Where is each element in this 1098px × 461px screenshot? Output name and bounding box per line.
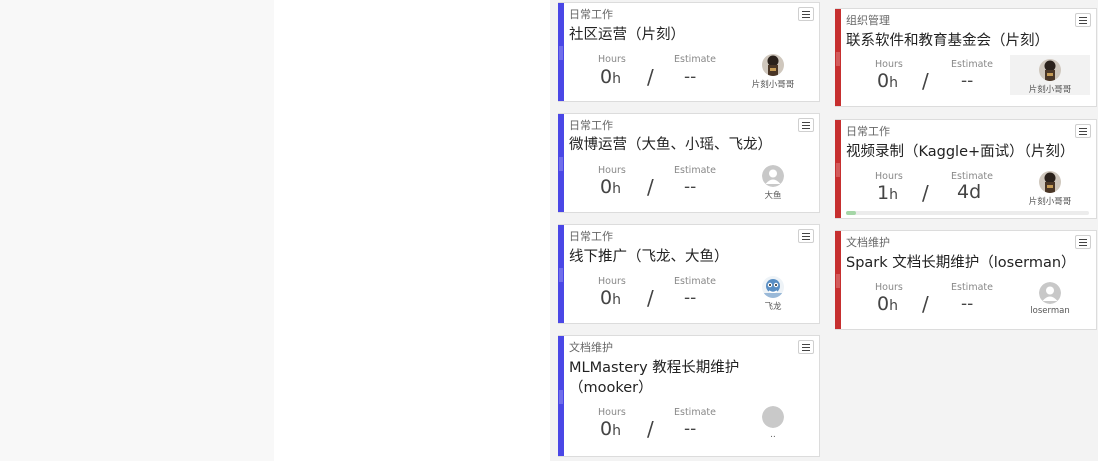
assignee[interactable]: 飞龙 <box>733 276 813 312</box>
drag-handle-icon[interactable] <box>836 163 840 177</box>
hours-value: 1h <box>877 182 898 204</box>
drag-handle-icon[interactable] <box>559 157 563 171</box>
separator-slash: / <box>647 175 654 199</box>
progress-bar <box>846 211 1089 215</box>
left-empty-pane <box>0 0 274 461</box>
card-category: 日常工作 <box>569 8 613 21</box>
hours-label: Hours <box>598 276 626 287</box>
drag-handle-icon[interactable] <box>559 390 563 404</box>
estimate-value: -- <box>684 67 697 87</box>
assignee[interactable]: 大鱼 <box>733 165 813 201</box>
photo-avatar-icon <box>1039 59 1061 81</box>
estimate-value: -- <box>961 71 974 91</box>
separator-slash: / <box>647 286 654 310</box>
estimate-label: Estimate <box>951 59 993 70</box>
card-category: 日常工作 <box>569 119 613 132</box>
assignee-name: 片刻小哥哥 <box>751 80 795 90</box>
default-user-avatar-icon <box>1039 282 1061 304</box>
card-title[interactable]: 线下推广（飞龙、大鱼） <box>569 247 794 267</box>
assignee[interactable]: loserman <box>1010 282 1090 316</box>
hours-value: 0h <box>877 70 898 92</box>
assignee-name: 飞龙 <box>764 302 782 312</box>
card-menu-button[interactable] <box>798 229 814 243</box>
hours-label: Hours <box>875 59 903 70</box>
assignee[interactable]: 片刻小哥哥 <box>733 54 813 90</box>
card-title[interactable]: 微博运营（大鱼、小瑶、飞龙） <box>569 135 794 155</box>
estimate-value: -- <box>684 177 697 197</box>
blank-avatar-icon <box>762 406 784 428</box>
assignee-name: 片刻小哥哥 <box>1028 85 1072 95</box>
task-card[interactable]: 日常工作 视频录制（Kaggle+面试）（片刻） Hours Estimate … <box>835 119 1097 219</box>
hours-label: Hours <box>598 54 626 65</box>
photo-avatar-icon <box>1039 171 1061 193</box>
assignee[interactable]: .. <box>733 406 813 440</box>
progress-fill <box>846 211 856 215</box>
hours-value: 0h <box>600 287 621 309</box>
hours-label: Hours <box>598 165 626 176</box>
task-card[interactable]: 日常工作 线下推广（飞龙、大鱼） Hours Estimate 0h / -- … <box>558 224 820 324</box>
card-category: 日常工作 <box>846 125 890 138</box>
card-title[interactable]: Spark 文档长期维护（loserman） <box>846 253 1086 273</box>
card-menu-button[interactable] <box>1075 124 1091 138</box>
photo-avatar-icon <box>762 54 784 76</box>
hours-value: 0h <box>600 418 621 440</box>
estimate-label: Estimate <box>951 282 993 293</box>
estimate-label: Estimate <box>674 276 716 287</box>
assignee[interactable]: 片刻小哥哥 <box>1010 171 1090 207</box>
separator-slash: / <box>922 69 929 93</box>
task-card[interactable]: 文档维护 MLMastery 教程长期维护（mooker） Hours Esti… <box>558 335 820 457</box>
card-title[interactable]: MLMastery 教程长期维护（mooker） <box>569 358 794 398</box>
drag-handle-icon[interactable] <box>559 268 563 282</box>
estimate-value: -- <box>961 294 974 314</box>
card-menu-button[interactable] <box>798 118 814 132</box>
card-menu-button[interactable] <box>1075 13 1091 27</box>
assignee[interactable]: 片刻小哥哥 <box>1010 55 1090 95</box>
hours-label: Hours <box>598 407 626 418</box>
separator-slash: / <box>922 181 929 205</box>
estimate-value: -- <box>684 288 697 308</box>
card-category: 文档维护 <box>846 236 890 249</box>
estimate-label: Estimate <box>674 407 716 418</box>
card-menu-button[interactable] <box>798 340 814 354</box>
separator-slash: / <box>922 292 929 316</box>
hours-value: 0h <box>600 176 621 198</box>
assignee-name: .. <box>770 430 776 440</box>
assignee-name: 大鱼 <box>764 191 782 201</box>
assignee-name: 片刻小哥哥 <box>1028 197 1072 207</box>
card-menu-button[interactable] <box>1075 235 1091 249</box>
estimate-value: -- <box>684 419 697 439</box>
card-title[interactable]: 联系软件和教育基金会（片刻） <box>846 31 1076 51</box>
card-title[interactable]: 视频录制（Kaggle+面试）（片刻） <box>846 142 1086 162</box>
task-card[interactable]: 文档维护 Spark 文档长期维护（loserman） Hours Estima… <box>835 230 1097 330</box>
hours-value: 0h <box>877 293 898 315</box>
card-title[interactable]: 社区运营（片刻） <box>569 25 794 45</box>
estimate-value: 4d <box>957 181 982 203</box>
cartoon-avatar-icon <box>762 276 784 298</box>
estimate-label: Estimate <box>674 54 716 65</box>
separator-slash: / <box>647 65 654 89</box>
drag-handle-icon[interactable] <box>559 46 563 60</box>
card-menu-button[interactable] <box>798 7 814 21</box>
card-category: 组织管理 <box>846 14 890 27</box>
card-category: 日常工作 <box>569 230 613 243</box>
estimate-label: Estimate <box>674 165 716 176</box>
center-empty-pane <box>274 0 550 461</box>
hours-value: 0h <box>600 66 621 88</box>
drag-handle-icon[interactable] <box>836 52 840 66</box>
hours-label: Hours <box>875 171 903 182</box>
task-card[interactable]: 组织管理 联系软件和教育基金会（片刻） Hours Estimate 0h / … <box>835 8 1097 107</box>
drag-handle-icon[interactable] <box>836 274 840 288</box>
card-category: 文档维护 <box>569 341 613 354</box>
assignee-name: loserman <box>1030 306 1070 316</box>
task-card[interactable]: 日常工作 微博运营（大鱼、小瑶、飞龙） Hours Estimate 0h / … <box>558 113 820 213</box>
hours-label: Hours <box>875 282 903 293</box>
separator-slash: / <box>647 417 654 441</box>
default-user-avatar-icon <box>762 165 784 187</box>
task-card[interactable]: 日常工作 社区运营（片刻） Hours Estimate 0h / -- 片刻小… <box>558 2 820 102</box>
